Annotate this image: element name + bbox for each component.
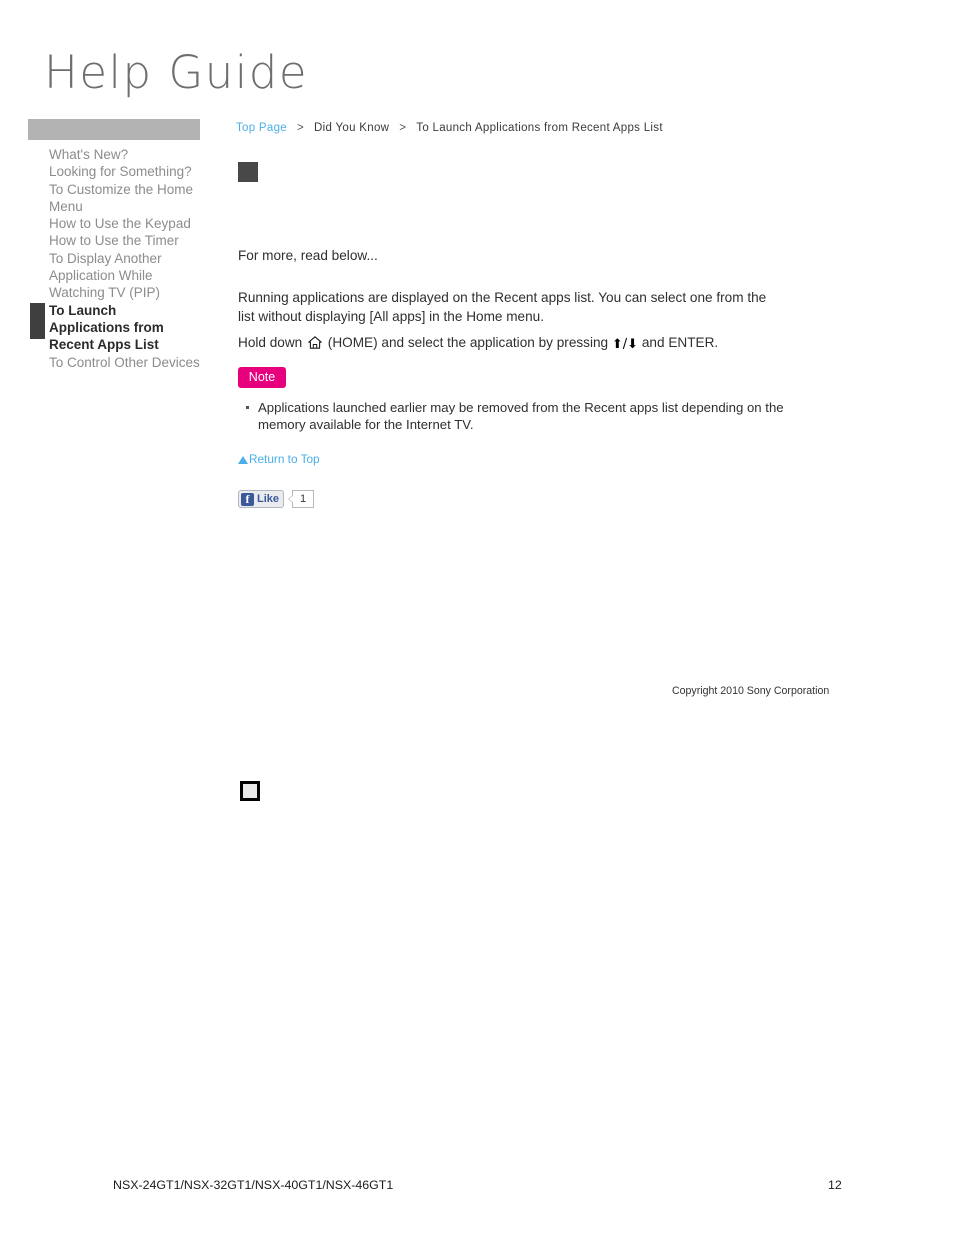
- sidebar-item-label: Looking for Something?: [49, 164, 192, 180]
- home-instruction-text: (HOME) and select the application by pre…: [327, 335, 609, 350]
- sidebar-item-label: To Control Other Devices: [49, 354, 200, 370]
- sidebar-item-label: How to Use the Keypad: [49, 216, 191, 232]
- footer-model-numbers: NSX-24GT1/NSX-32GT1/NSX-40GT1/NSX-46GT1: [113, 1178, 394, 1192]
- note-item-text: Applications launched earlier may be rem…: [258, 400, 784, 432]
- sidebar-item-customize-home-menu[interactable]: To Customize the Home Menu: [28, 181, 200, 216]
- sidebar-item-whats-new[interactable]: What's New?: [28, 146, 200, 163]
- broken-image-placeholder-icon-bottom: [240, 781, 260, 801]
- sidebar: What's New? Looking for Something? To Cu…: [28, 119, 200, 371]
- copyright-text: Copyright 2010 Sony Corporation: [672, 685, 830, 697]
- sidebar-item-label: To Customize the Home Menu: [49, 181, 194, 214]
- note-badge: Note: [238, 367, 286, 388]
- hold-down-suffix: and ENTER.: [641, 335, 719, 350]
- sidebar-item-label: To Display Another Application While Wat…: [49, 250, 162, 301]
- breadcrumb: Top Page > Did You Know > To Launch Applicat…: [236, 120, 896, 136]
- breadcrumb-item-did-you-know[interactable]: Did You Know: [314, 122, 389, 134]
- broken-image-placeholder-icon: [238, 162, 258, 182]
- return-to-top-label: Return to Top: [249, 452, 320, 466]
- facebook-like-count-bubble[interactable]: 1: [288, 490, 315, 508]
- breadcrumb-item-current: To Launch Applications from Recent Apps …: [416, 122, 663, 134]
- paragraph-hold-down-home: Hold down (HOME) and select the applicat…: [238, 333, 838, 354]
- facebook-like-button[interactable]: f Like: [238, 490, 285, 508]
- sidebar-item-looking-for-something[interactable]: Looking for Something?: [28, 163, 200, 180]
- sidebar-item-control-other-devices[interactable]: To Control Other Devices: [28, 354, 200, 371]
- breadcrumb-separator: >: [399, 122, 407, 134]
- bullet-dot-icon: [246, 406, 249, 409]
- facebook-icon: f: [241, 492, 254, 506]
- sidebar-item-how-to-use-timer[interactable]: How to Use the Timer: [28, 232, 200, 249]
- footer-page-number: 12: [828, 1178, 842, 1192]
- return-to-top-link[interactable]: Return to Top: [238, 452, 320, 466]
- sidebar-item-launch-applications-recent-apps[interactable]: To Launch Applications from Recent Apps …: [28, 302, 200, 354]
- sidebar-item-label: To Launch Applications from Recent Apps …: [49, 302, 164, 353]
- up-down-arrow-icons: ⬆/⬇: [611, 337, 639, 352]
- read-below-text: For more, read below...: [238, 248, 378, 263]
- breadcrumb-separator: >: [297, 122, 305, 134]
- sidebar-item-display-another-application-pip[interactable]: To Display Another Application While Wat…: [28, 250, 200, 302]
- sidebar-item-how-to-use-keypad[interactable]: How to Use the Keypad: [28, 215, 200, 232]
- triangle-up-icon: [238, 456, 248, 464]
- sidebar-header-bar: [28, 119, 200, 140]
- list-item: Applications launched earlier may be rem…: [238, 400, 798, 433]
- home-icon: [308, 335, 322, 354]
- sidebar-item-label: What's New?: [49, 147, 129, 162]
- facebook-like-widget: f Like 1: [238, 490, 315, 510]
- note-list: Applications launched earlier may be rem…: [238, 400, 798, 433]
- help-guide-logo: Help Guide: [44, 46, 309, 99]
- hold-down-prefix: Hold down: [238, 335, 303, 350]
- active-item-marker: [30, 302, 45, 339]
- sidebar-item-label: How to Use the Timer: [49, 233, 179, 249]
- facebook-like-label: Like: [257, 492, 280, 505]
- main-content: Top Page > Did You Know > To Launch Applicat…: [236, 120, 896, 508]
- paragraph-running-applications: Running applications are displayed on th…: [238, 290, 767, 324]
- breadcrumb-link-top-page[interactable]: Top Page: [236, 122, 287, 134]
- sidebar-nav-list: What's New? Looking for Something? To Cu…: [28, 146, 200, 371]
